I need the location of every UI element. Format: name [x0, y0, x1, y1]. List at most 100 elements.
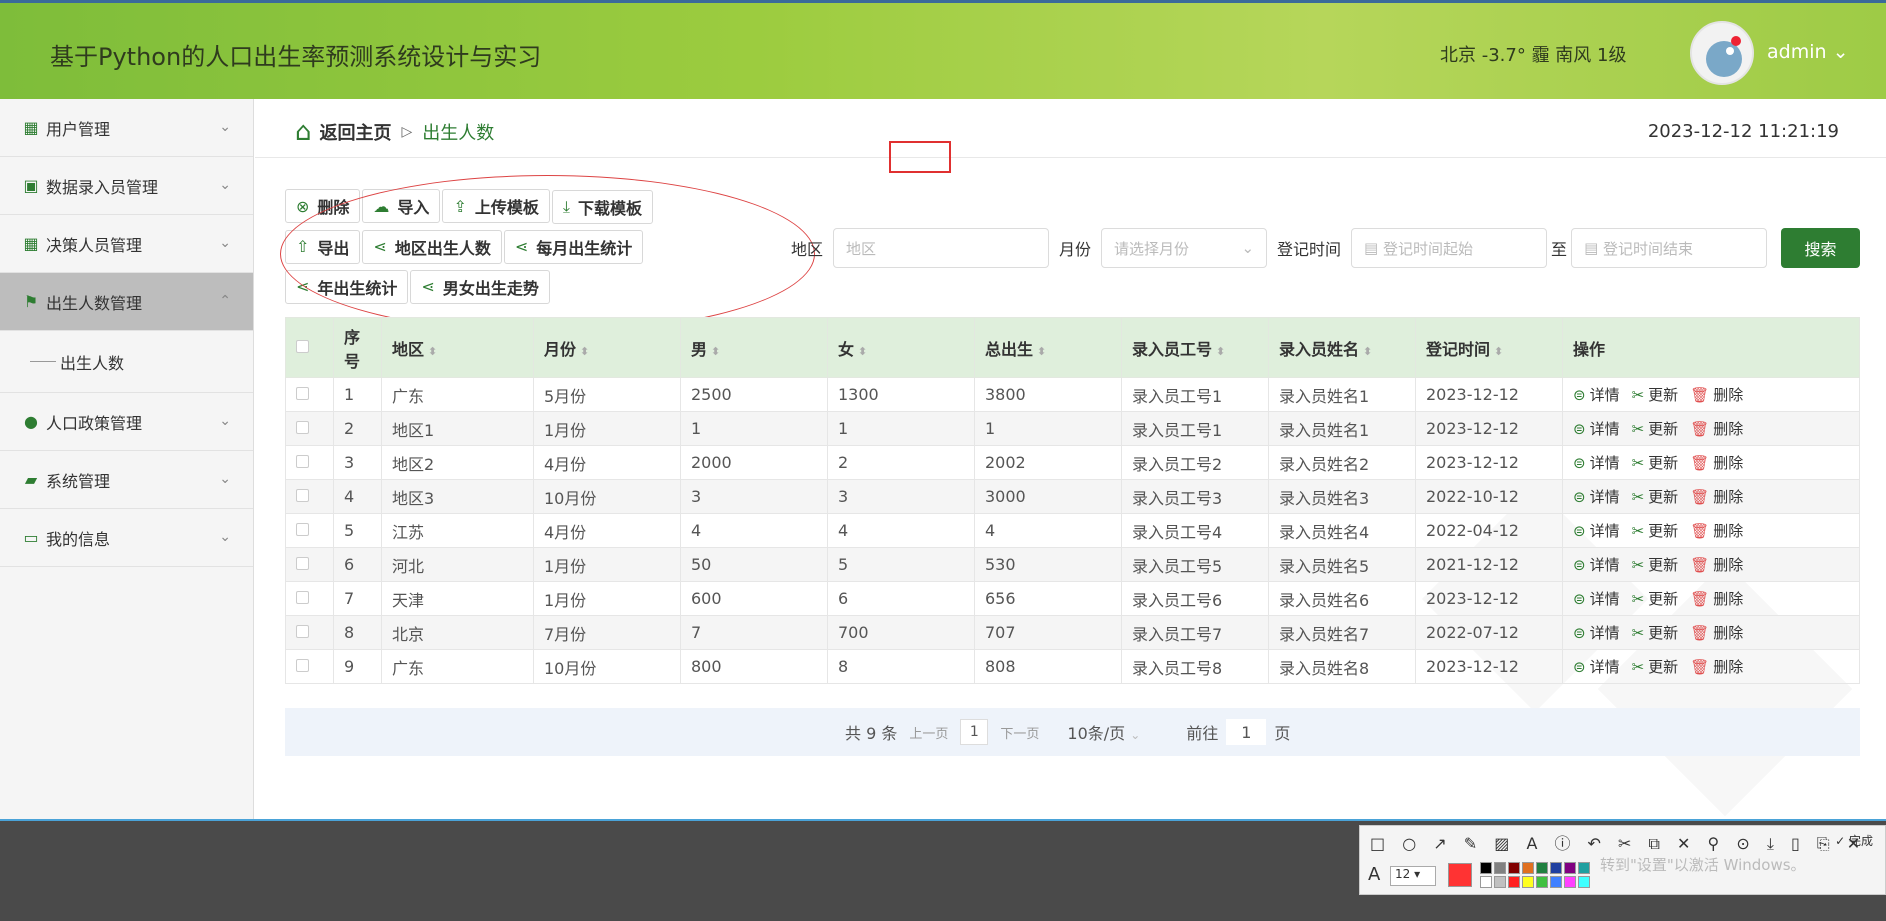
- detail-button[interactable]: ⊜ 详情: [1573, 622, 1620, 643]
- sidebar-item-system[interactable]: ▰ 系统管理 ⌄: [0, 451, 253, 509]
- row-select-cell[interactable]: [285, 411, 334, 446]
- detail-button[interactable]: ⊜ 详情: [1573, 554, 1620, 575]
- row-select-cell[interactable]: [285, 615, 334, 650]
- sidebar-item-data-entry[interactable]: ▣ 数据录入员管理 ⌄: [0, 157, 253, 215]
- detail-button[interactable]: ⊜ 详情: [1573, 656, 1620, 677]
- selected-color[interactable]: [1448, 863, 1472, 887]
- region-input[interactable]: 地区: [833, 228, 1050, 268]
- color-swatch[interactable]: [1564, 876, 1576, 888]
- avatar[interactable]: [1690, 21, 1754, 85]
- row-select-cell[interactable]: [285, 547, 334, 582]
- col-header[interactable]: 地区 ⬍: [381, 317, 534, 378]
- row-select-cell[interactable]: [285, 445, 334, 480]
- row-select-cell[interactable]: [285, 377, 334, 412]
- sort-icon[interactable]: ⬍: [1037, 345, 1046, 358]
- col-header[interactable]: 月份 ⬍: [533, 317, 681, 378]
- delete-row-button[interactable]: 🗑 删除: [1690, 622, 1743, 643]
- col-header[interactable]: 女 ⬍: [827, 317, 975, 378]
- goto-input[interactable]: 1: [1226, 719, 1267, 745]
- checkbox[interactable]: [296, 523, 309, 536]
- detail-button[interactable]: ⊜ 详情: [1573, 520, 1620, 541]
- color-swatch[interactable]: [1550, 862, 1562, 874]
- home-icon[interactable]: ⌂: [295, 117, 312, 147]
- sidebar-item-profile[interactable]: ▭ 我的信息 ⌄: [0, 509, 253, 567]
- select-all-header[interactable]: [285, 317, 334, 378]
- delete-row-button[interactable]: 🗑 删除: [1690, 588, 1743, 609]
- page-size-select[interactable]: 10条/页 ⌄: [1067, 720, 1140, 744]
- update-button[interactable]: ✂ 更新: [1632, 418, 1679, 439]
- checkbox[interactable]: [296, 659, 309, 672]
- delete-row-button[interactable]: 🗑 删除: [1690, 452, 1743, 473]
- checkbox[interactable]: [296, 557, 309, 570]
- sort-icon[interactable]: ⬍: [580, 345, 589, 358]
- sort-icon[interactable]: ⬍: [1216, 345, 1225, 358]
- color-swatch[interactable]: [1550, 876, 1562, 888]
- checkbox[interactable]: [296, 421, 309, 434]
- current-page[interactable]: 1: [960, 719, 989, 745]
- checkbox[interactable]: [296, 625, 309, 638]
- sidebar-item-policy[interactable]: ● 人口政策管理 ⌄: [0, 393, 253, 451]
- update-button[interactable]: ✂ 更新: [1632, 622, 1679, 643]
- upload-template-button[interactable]: ⇪ 上传模板: [442, 189, 550, 223]
- sidebar-subitem-births[interactable]: 出生人数: [0, 331, 253, 393]
- col-header[interactable]: 录入员姓名 ⬍: [1268, 317, 1416, 378]
- color-swatch[interactable]: [1578, 862, 1590, 874]
- update-button[interactable]: ✂ 更新: [1632, 656, 1679, 677]
- sidebar-item-decision[interactable]: ▦ 决策人员管理 ⌄: [0, 215, 253, 273]
- color-swatch[interactable]: [1536, 862, 1548, 874]
- color-swatch[interactable]: [1578, 876, 1590, 888]
- checkbox[interactable]: [296, 455, 309, 468]
- row-select-cell[interactable]: [285, 649, 334, 684]
- delete-row-button[interactable]: 🗑 删除: [1690, 418, 1743, 439]
- delete-row-button[interactable]: 🗑 删除: [1690, 554, 1743, 575]
- sidebar-item-births[interactable]: ⚑ 出生人数管理 ⌃: [0, 273, 253, 331]
- update-button[interactable]: ✂ 更新: [1632, 486, 1679, 507]
- color-swatch[interactable]: [1522, 862, 1534, 874]
- checkbox[interactable]: [296, 340, 309, 353]
- sort-icon[interactable]: ⬍: [858, 345, 867, 358]
- color-palette[interactable]: [1480, 862, 1590, 888]
- sidebar-item-users[interactable]: ▦ 用户管理 ⌄: [0, 99, 253, 157]
- time-end-input[interactable]: ▤ 登记时间结束: [1571, 228, 1768, 268]
- gender-trend-button[interactable]: ⋖ 男女出生走势: [410, 269, 550, 304]
- detail-button[interactable]: ⊜ 详情: [1573, 486, 1620, 507]
- color-swatch[interactable]: [1494, 862, 1506, 874]
- color-swatch[interactable]: [1536, 876, 1548, 888]
- font-size-select[interactable]: 12 ▾: [1390, 866, 1436, 886]
- sort-icon[interactable]: ⬍: [1494, 345, 1503, 358]
- row-select-cell[interactable]: [285, 513, 334, 548]
- update-button[interactable]: ✂ 更新: [1632, 384, 1679, 405]
- update-button[interactable]: ✂ 更新: [1632, 588, 1679, 609]
- export-button[interactable]: ⇧ 导出: [285, 229, 361, 264]
- next-page-button[interactable]: 下一页: [1000, 723, 1039, 742]
- detail-button[interactable]: ⊜ 详情: [1573, 418, 1620, 439]
- search-button[interactable]: 搜索: [1781, 228, 1860, 268]
- import-button[interactable]: ☁ 导入: [362, 189, 441, 223]
- month-select[interactable]: 请选择月份 ⌄: [1101, 228, 1268, 268]
- sort-icon[interactable]: ⬍: [711, 345, 720, 358]
- done-button[interactable]: ✓ 完成: [1835, 832, 1873, 849]
- monthly-stats-button[interactable]: ⋖ 每月出生统计: [503, 229, 644, 264]
- yearly-stats-button[interactable]: ⋖ 年出生统计: [285, 269, 409, 304]
- update-button[interactable]: ✂ 更新: [1632, 520, 1679, 541]
- detail-button[interactable]: ⊜ 详情: [1573, 452, 1620, 473]
- user-menu[interactable]: admin ⌄: [1767, 41, 1849, 63]
- delete-row-button[interactable]: 🗑 删除: [1690, 384, 1743, 405]
- color-swatch[interactable]: [1480, 876, 1492, 888]
- color-swatch[interactable]: [1522, 876, 1534, 888]
- delete-row-button[interactable]: 🗑 删除: [1690, 520, 1743, 541]
- update-button[interactable]: ✂ 更新: [1632, 452, 1679, 473]
- color-swatch[interactable]: [1494, 876, 1506, 888]
- col-header[interactable]: 序号: [333, 317, 382, 378]
- row-select-cell[interactable]: [285, 479, 334, 514]
- row-select-cell[interactable]: [285, 581, 334, 616]
- region-births-button[interactable]: ⋖ 地区出生人数: [362, 229, 502, 264]
- color-swatch[interactable]: [1564, 862, 1576, 874]
- color-swatch[interactable]: [1508, 876, 1520, 888]
- color-swatch[interactable]: [1480, 862, 1492, 874]
- update-button[interactable]: ✂ 更新: [1632, 554, 1679, 575]
- checkbox[interactable]: [296, 387, 309, 400]
- checkbox[interactable]: [296, 591, 309, 604]
- snip-tools[interactable]: □ ○ ↗ ✎ ▨ A ⓘ ↶ ✂ ⧉ ✕ ⚲ ⊙ ⤓ ▯ ⎘ ✕: [1370, 830, 1866, 854]
- back-home-link[interactable]: 返回主页: [320, 119, 392, 145]
